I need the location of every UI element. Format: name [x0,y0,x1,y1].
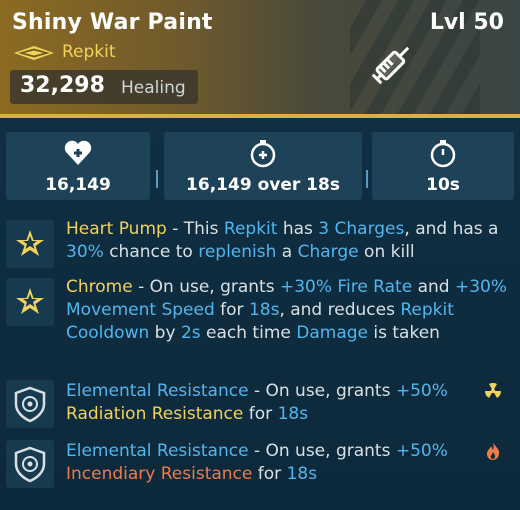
item-level: Lvl 50 [429,10,504,35]
perk-text: Heart Pump - This Repkit has 3 Charges, … [66,219,499,262]
perk-name: Elemental Resistance [66,441,249,461]
divider [366,170,368,188]
heart-plus-icon [64,140,92,165]
stat-value: 16,149 [45,175,111,195]
divider [156,170,158,188]
perk-name: Heart Pump [66,219,167,239]
shield-icon [6,380,54,428]
primary-stat-label: Healing [121,78,186,98]
stat-value: 16,149 over 18s [186,175,340,195]
perk-text: Chrome - On use, grants +30% Fire Rate a… [66,277,507,343]
stat-cooldown: 10s [372,132,514,200]
stat-regen: 16,149 over 18s [164,132,362,200]
perk-text: Elemental Resistance - On use, grants +5… [66,381,448,424]
perk-name: Chrome [66,277,133,297]
item-header: Shiny War Paint Lvl 50 Repkit 32,298 Hea… [0,0,520,118]
item-type: Repkit [62,42,116,62]
star-badge-icon [6,278,54,326]
star-badge-icon [6,220,54,268]
radiation-icon [484,382,502,398]
item-card: Shiny War Paint Lvl 50 Repkit 32,298 Hea… [0,0,520,510]
stats-row: 16,149 16,149 over 18s 10s [6,132,514,200]
item-name: Shiny War Paint [12,10,213,35]
rarity-icon [14,46,54,60]
stat-healing: 16,149 [6,132,150,200]
stopwatch-plus-icon [250,140,276,168]
perk-text: Elemental Resistance - On use, grants +5… [66,441,448,484]
primary-stat-value: 32,298 [20,73,105,98]
syringe-icon [371,46,410,85]
perk-name: Elemental Resistance [66,381,249,401]
stat-value: 10s [426,175,460,195]
stopwatch-icon [430,140,456,168]
flame-icon [487,442,500,460]
shield-icon [6,440,54,488]
